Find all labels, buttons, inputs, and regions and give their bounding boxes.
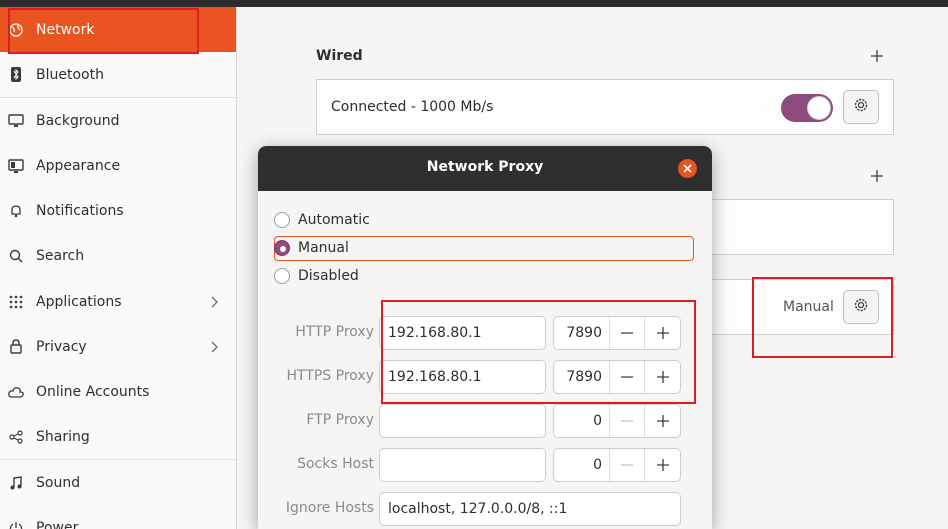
- radio-automatic[interactable]: Automatic: [274, 207, 370, 233]
- sidebar-item-online-accounts[interactable]: Online Accounts: [0, 369, 236, 414]
- sidebar-item-network[interactable]: Network: [0, 7, 236, 52]
- ignore-hosts-input[interactable]: localhost, 127.0.0.0/8, ::1: [379, 492, 681, 526]
- grid-icon: [8, 294, 24, 310]
- radio-button[interactable]: [274, 240, 290, 256]
- sidebar-item-search[interactable]: Search: [0, 233, 236, 278]
- decrement-button[interactable]: [610, 317, 645, 349]
- port-value[interactable]: 7890: [554, 361, 610, 393]
- sidebar-item-label: Bluetooth: [36, 66, 104, 83]
- sidebar-item-sound[interactable]: Sound: [0, 460, 236, 505]
- radio-label: Manual: [298, 240, 349, 256]
- bluetooth-icon: [8, 67, 24, 83]
- sidebar-item-label: Search: [36, 247, 85, 264]
- socks-port-spinner: 0: [553, 448, 681, 482]
- top-bar: [0, 0, 948, 7]
- decrement-button[interactable]: [610, 405, 645, 437]
- radio-button[interactable]: [274, 212, 290, 228]
- increment-button[interactable]: [645, 317, 680, 349]
- sidebar-item-appearance[interactable]: Appearance: [0, 143, 236, 188]
- search-icon: [8, 248, 24, 264]
- radio-manual[interactable]: Manual: [274, 235, 349, 261]
- port-value[interactable]: 0: [554, 449, 610, 481]
- sidebar-item-notifications[interactable]: Notifications: [0, 188, 236, 233]
- increment-button[interactable]: [645, 361, 680, 393]
- http-proxy-host-input[interactable]: 192.168.80.1: [379, 316, 546, 350]
- sidebar-item-label: Background: [36, 112, 120, 129]
- sidebar-item-privacy[interactable]: Privacy: [0, 324, 236, 369]
- lock-icon: [8, 339, 24, 355]
- decrement-button[interactable]: [610, 449, 645, 481]
- share-icon: [8, 429, 24, 445]
- wired-settings-button[interactable]: [843, 90, 879, 124]
- https-proxy-port-spinner: 7890: [553, 360, 681, 394]
- socks-host-label: Socks Host: [297, 456, 374, 472]
- sidebar-item-power[interactable]: Power: [0, 505, 236, 529]
- network-proxy-dialog: Network Proxy Automatic Manual Disabled …: [258, 146, 712, 529]
- add-vpn-button[interactable]: [868, 167, 886, 185]
- port-value[interactable]: 0: [554, 405, 610, 437]
- monitor-icon: [8, 113, 24, 129]
- dialog-title: Network Proxy: [426, 159, 544, 175]
- cloud-icon: [8, 384, 24, 400]
- sidebar-item-label: Sound: [36, 474, 81, 491]
- close-button[interactable]: [678, 159, 697, 178]
- power-icon: [8, 520, 24, 529]
- sidebar-item-background[interactable]: Background: [0, 98, 236, 143]
- appearance-icon: [8, 158, 24, 174]
- sidebar-item-sharing[interactable]: Sharing: [0, 414, 236, 459]
- wired-status: Connected - 1000 Mb/s: [331, 99, 494, 115]
- sidebar-item-label: Sharing: [36, 428, 90, 445]
- socks-host-input[interactable]: [379, 448, 546, 482]
- settings-sidebar: Network Bluetooth Background Appearance …: [0, 7, 237, 529]
- wired-connection-card: Connected - 1000 Mb/s: [316, 79, 894, 135]
- music-icon: [8, 475, 24, 491]
- wired-section-title: Wired: [316, 48, 363, 64]
- chevron-right-icon: [210, 341, 218, 353]
- ftp-proxy-host-input[interactable]: [379, 404, 546, 438]
- globe-icon: [8, 22, 24, 38]
- gear-icon: [852, 96, 870, 118]
- port-value[interactable]: 7890: [554, 317, 610, 349]
- sidebar-item-applications[interactable]: Applications: [0, 279, 236, 324]
- wired-toggle[interactable]: [781, 94, 833, 122]
- increment-button[interactable]: [645, 449, 680, 481]
- decrement-button[interactable]: [610, 361, 645, 393]
- chevron-right-icon: [210, 296, 218, 308]
- https-proxy-host-input[interactable]: 192.168.80.1: [379, 360, 546, 394]
- close-icon: [683, 161, 692, 177]
- ftp-proxy-port-spinner: 0: [553, 404, 681, 438]
- sidebar-item-label: Notifications: [36, 202, 124, 219]
- add-wired-button[interactable]: [868, 47, 886, 65]
- gear-icon: [852, 296, 870, 318]
- sidebar-item-label: Appearance: [36, 157, 121, 174]
- radio-disabled[interactable]: Disabled: [274, 263, 359, 289]
- proxy-settings-button[interactable]: [843, 290, 879, 324]
- sidebar-item-label: Network: [36, 21, 95, 38]
- dialog-header: Network Proxy: [258, 146, 712, 191]
- proxy-mode-value: Manual: [783, 299, 834, 315]
- radio-label: Automatic: [298, 212, 370, 228]
- http-proxy-label: HTTP Proxy: [295, 324, 374, 340]
- radio-button[interactable]: [274, 268, 290, 284]
- ignore-hosts-label: Ignore Hosts: [285, 500, 374, 516]
- sidebar-item-bluetooth[interactable]: Bluetooth: [0, 52, 236, 97]
- sidebar-item-label: Applications: [36, 293, 122, 310]
- http-proxy-port-spinner: 7890: [553, 316, 681, 350]
- bell-icon: [8, 203, 24, 219]
- sidebar-item-label: Privacy: [36, 338, 87, 355]
- increment-button[interactable]: [645, 405, 680, 437]
- sidebar-item-label: Online Accounts: [36, 383, 150, 400]
- https-proxy-label: HTTPS Proxy: [286, 368, 374, 384]
- ftp-proxy-label: FTP Proxy: [306, 412, 374, 428]
- sidebar-item-label: Power: [36, 519, 79, 529]
- radio-label: Disabled: [298, 268, 359, 284]
